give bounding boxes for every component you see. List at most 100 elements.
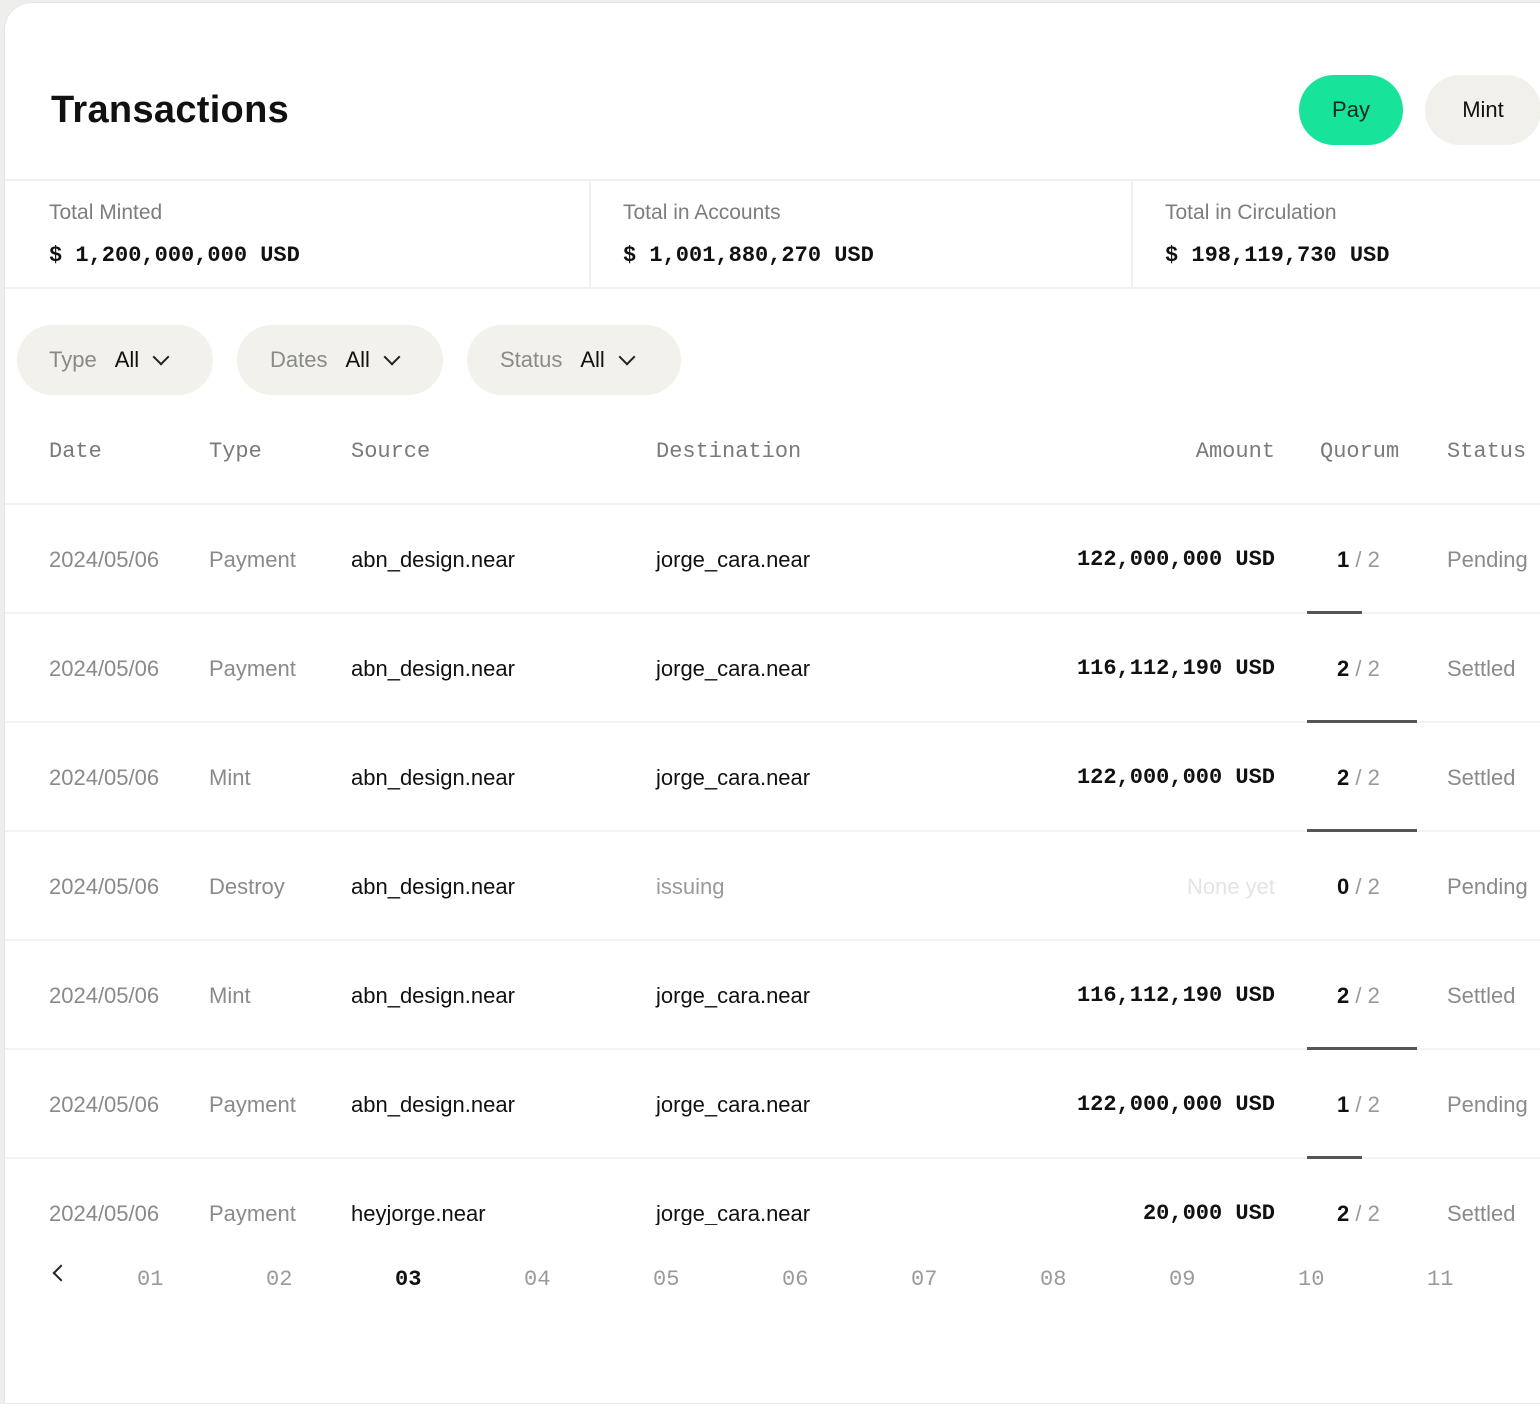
cell-date: 2024/05/06 [49, 1092, 160, 1117]
table-row[interactable]: 2024/05/06 Payment abn_design.near jorge_ca… [5, 614, 1540, 723]
cell-date: 2024/05/06 [49, 1201, 160, 1226]
cell-quorum: 0 / 2 [1337, 874, 1380, 900]
filter-value: All [114, 347, 140, 372]
filter-value: All [345, 347, 370, 372]
filter-label: Dates [270, 347, 328, 372]
cell-status: Settled [1447, 1201, 1516, 1226]
page-number[interactable]: 02 [266, 1267, 292, 1292]
cell-type: Payment [209, 1092, 296, 1117]
column-header-status[interactable]: Status [1447, 439, 1526, 464]
cell-quorum: 2 / 2 [1337, 1201, 1380, 1227]
page-number[interactable]: 08 [1040, 1267, 1066, 1292]
table-header: Date Type Source Destination Amount Quor… [5, 417, 1540, 505]
filter-type-dropdown[interactable]: Type All [17, 325, 213, 395]
quorum-total: / 2 [1355, 983, 1380, 1008]
quorum-total: / 2 [1355, 1201, 1380, 1226]
cell-amount: 122,000,000 USD [1076, 547, 1275, 572]
page-number[interactable]: 10 [1298, 1267, 1324, 1292]
filter-label: Status [500, 347, 563, 372]
column-header-source[interactable]: Source [351, 439, 430, 464]
column-header-date[interactable]: Date [49, 439, 102, 464]
cell-quorum: 2 / 2 [1337, 765, 1380, 791]
cell-amount: 116,112,190 USD [1076, 983, 1275, 1008]
quorum-total: / 2 [1355, 656, 1380, 681]
cell-status: Settled [1447, 656, 1516, 681]
stat-total-minted: Total Minted $ 1,200,000,000 USD [5, 181, 591, 287]
quorum-count: 2 [1337, 983, 1350, 1008]
cell-destination: issuing [656, 874, 725, 899]
quorum-count: 1 [1337, 1092, 1350, 1117]
filter-status-dropdown[interactable]: Status All [467, 325, 681, 395]
cell-date: 2024/05/06 [49, 656, 160, 681]
pagination: 01 02 03 04 05 06 07 08 09 10 11 [5, 1225, 1540, 1343]
stat-total-in-accounts: Total in Accounts $ 1,001,880,270 USD [591, 181, 1133, 287]
cell-type: Payment [209, 656, 296, 681]
column-header-destination[interactable]: Destination [656, 439, 801, 464]
cell-date: 2024/05/06 [49, 874, 160, 899]
cell-quorum: 1 / 2 [1337, 1092, 1380, 1118]
page-header: Transactions Pay Mint [5, 3, 1540, 181]
stat-label: Total in Circulation [1165, 201, 1337, 224]
cell-type: Destroy [209, 874, 285, 899]
column-header-type[interactable]: Type [209, 439, 262, 464]
cell-date: 2024/05/06 [49, 983, 160, 1008]
page-number[interactable]: 06 [782, 1267, 808, 1292]
page-number[interactable]: 09 [1169, 1267, 1195, 1292]
quorum-total: / 2 [1355, 1092, 1380, 1117]
cell-destination: jorge_cara.near [656, 656, 811, 681]
cell-status: Settled [1447, 983, 1516, 1008]
table-row[interactable]: 2024/05/06 Mint abn_design.near jorge_cara.… [5, 723, 1540, 832]
page-number[interactable]: 05 [653, 1267, 679, 1292]
cell-status: Pending [1447, 547, 1528, 572]
column-header-quorum[interactable]: Quorum [1320, 439, 1399, 464]
page-number[interactable]: 11 [1427, 1267, 1453, 1292]
page-number[interactable]: 07 [911, 1267, 937, 1292]
cell-destination: jorge_cara.near [656, 1092, 811, 1117]
stats-bar: Total Minted $ 1,200,000,000 USD Total i… [5, 181, 1540, 289]
column-header-amount[interactable]: Amount [1196, 439, 1275, 464]
table-row[interactable]: 2024/05/06 Payment abn_design.near jorge_ca… [5, 1050, 1540, 1159]
chevron-down-icon [383, 348, 401, 366]
cell-amount: 122,000,000 USD [1076, 765, 1275, 790]
table-row[interactable]: 2024/05/06 Payment abn_design.near jorge_ca… [5, 505, 1540, 614]
stat-value: $ 1,200,000,000 USD [49, 243, 300, 268]
quorum-total: / 2 [1355, 874, 1380, 899]
stat-label: Total in Accounts [623, 201, 781, 224]
page-number[interactable]: 04 [524, 1267, 550, 1292]
cell-status: Pending [1447, 874, 1528, 899]
chevron-down-icon [152, 348, 170, 366]
page-number[interactable]: 03 [395, 1267, 421, 1292]
chevron-left-icon[interactable] [52, 1264, 70, 1282]
cell-amount: None yet [1186, 874, 1275, 899]
cell-quorum: 1 / 2 [1337, 547, 1380, 573]
cell-quorum: 2 / 2 [1337, 983, 1380, 1009]
cell-amount: 20,000 USD [1142, 1201, 1275, 1226]
filter-value: All [580, 347, 605, 372]
cell-type: Payment [209, 1201, 296, 1226]
cell-destination: jorge_cara.near [656, 547, 811, 572]
cell-source: abn_design.near [351, 765, 515, 790]
table-row[interactable]: 2024/05/06 Mint abn_design.near jorge_cara.… [5, 941, 1540, 1050]
filter-dates-dropdown[interactable]: Dates All [237, 325, 443, 395]
cell-quorum: 2 / 2 [1337, 656, 1380, 682]
quorum-count: 2 [1337, 656, 1350, 681]
quorum-count: 0 [1337, 874, 1350, 899]
stat-total-in-circulation: Total in Circulation $ 198,119,730 USD [1133, 181, 1540, 287]
cell-destination: jorge_cara.near [656, 1201, 811, 1226]
cell-destination: jorge_cara.near [656, 983, 811, 1008]
filter-label: Type [49, 347, 97, 372]
cell-amount: 116,112,190 USD [1076, 656, 1275, 681]
cell-source: abn_design.near [351, 874, 515, 899]
page-number[interactable]: 01 [137, 1267, 163, 1292]
quorum-count: 1 [1337, 547, 1350, 572]
chevron-down-icon [618, 348, 636, 366]
pay-button[interactable]: Pay [1299, 75, 1403, 145]
cell-source: abn_design.near [351, 656, 515, 681]
cell-date: 2024/05/06 [49, 765, 160, 790]
mint-button[interactable]: Mint [1425, 75, 1540, 145]
table-row[interactable]: 2024/05/06 Destroy abn_design.near issuing N… [5, 832, 1540, 941]
cell-status: Settled [1447, 765, 1516, 790]
transactions-panel: Transactions Pay Mint Total Minted $ 1,2… [4, 2, 1540, 1404]
cell-type: Payment [209, 547, 296, 572]
stat-label: Total Minted [49, 201, 163, 224]
